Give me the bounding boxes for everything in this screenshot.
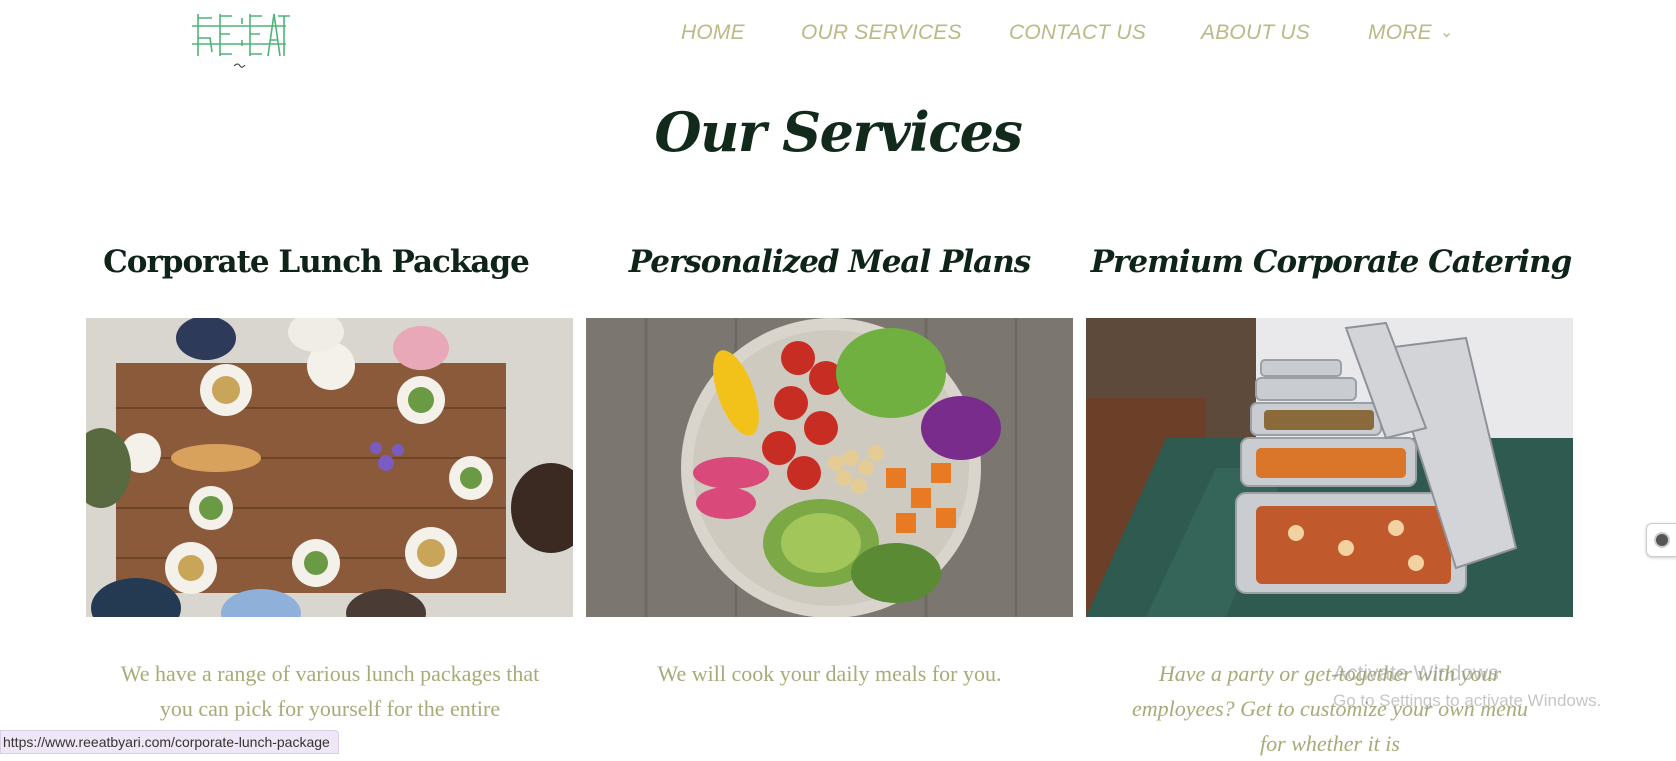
chevron-down-icon: ⌄ xyxy=(1439,24,1454,41)
windows-activation-watermark: Activate Windows Go to Settings to activ… xyxy=(1333,660,1601,712)
nav-more-label: MORE xyxy=(1368,21,1432,44)
nav-more-menu[interactable]: MORE ⌄ xyxy=(1368,18,1453,48)
nav-our-services-link[interactable]: OUR SERVICES xyxy=(801,18,962,48)
service-desc-corporate-lunch: We have a range of various lunch package… xyxy=(120,661,540,721)
nav-contact-us-link[interactable]: CONTACT US xyxy=(1009,18,1146,48)
main-nav: HOME OUR SERVICES CONTACT US ABOUT US MO… xyxy=(0,18,1676,48)
service-desc-meal-plans: We will cook your daily meals for you. xyxy=(657,661,1002,686)
accessibility-widget-button[interactable] xyxy=(1646,523,1676,557)
corporate-lunch-image[interactable] xyxy=(86,318,573,617)
service-title-corporate-lunch: Corporate Lunch Package xyxy=(103,244,530,280)
page-title: Our Services xyxy=(654,100,1023,164)
watermark-subtitle: Go to Settings to activate Windows. xyxy=(1333,691,1602,710)
status-bar-url: https://www.reeatbyari.com/corporate-lun… xyxy=(0,730,339,754)
watermark-title: Activate Windows xyxy=(1333,662,1499,685)
nav-home-link[interactable]: HOME xyxy=(681,18,745,48)
service-title-premium-catering: Premium Corporate Catering xyxy=(1090,244,1573,280)
premium-catering-image[interactable] xyxy=(1086,318,1573,617)
service-title-meal-plans: Personalized Meal Plans xyxy=(628,244,1032,280)
nav-about-us-link[interactable]: ABOUT US xyxy=(1201,18,1310,48)
toggle-icon xyxy=(1654,532,1670,548)
meal-plans-image[interactable] xyxy=(586,318,1073,617)
